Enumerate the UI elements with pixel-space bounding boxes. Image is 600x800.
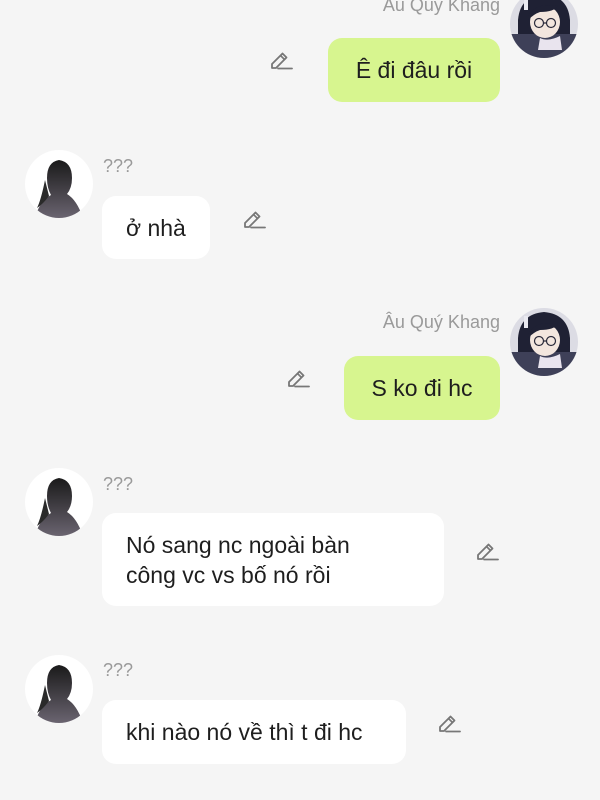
sender-name: Âu Quý Khang [382, 312, 500, 332]
edit-icon[interactable] [268, 47, 294, 73]
outgoing-avatar[interactable] [510, 308, 578, 376]
incoming-avatar[interactable] [25, 150, 93, 218]
message-bubble[interactable]: Nó sang nc ngoài bàn công vc vs bố nó rồ… [102, 513, 444, 606]
edit-icon[interactable] [474, 538, 500, 564]
sender-name: ??? [103, 660, 134, 680]
sender-name: ??? [103, 156, 134, 176]
message-bubble[interactable]: ở nhà [102, 196, 210, 259]
outgoing-avatar[interactable] [510, 0, 578, 58]
sender-name: Âu Quý Khang [382, 0, 500, 15]
incoming-avatar[interactable] [25, 655, 93, 723]
incoming-avatar[interactable] [25, 468, 93, 536]
message-bubble[interactable]: S ko đi hc [344, 356, 500, 420]
edit-icon[interactable] [285, 365, 311, 391]
message-bubble[interactable]: khi nào nó về thì t đi hc [102, 700, 406, 764]
sender-name: ??? [103, 474, 134, 494]
edit-icon[interactable] [241, 206, 267, 232]
message-text-line: công vc vs bố nó rồi [126, 562, 331, 588]
edit-icon[interactable] [436, 710, 462, 736]
message-bubble[interactable]: Ê đi đâu rồi [328, 38, 500, 102]
message-text-line: Nó sang nc ngoài bàn [126, 532, 350, 558]
